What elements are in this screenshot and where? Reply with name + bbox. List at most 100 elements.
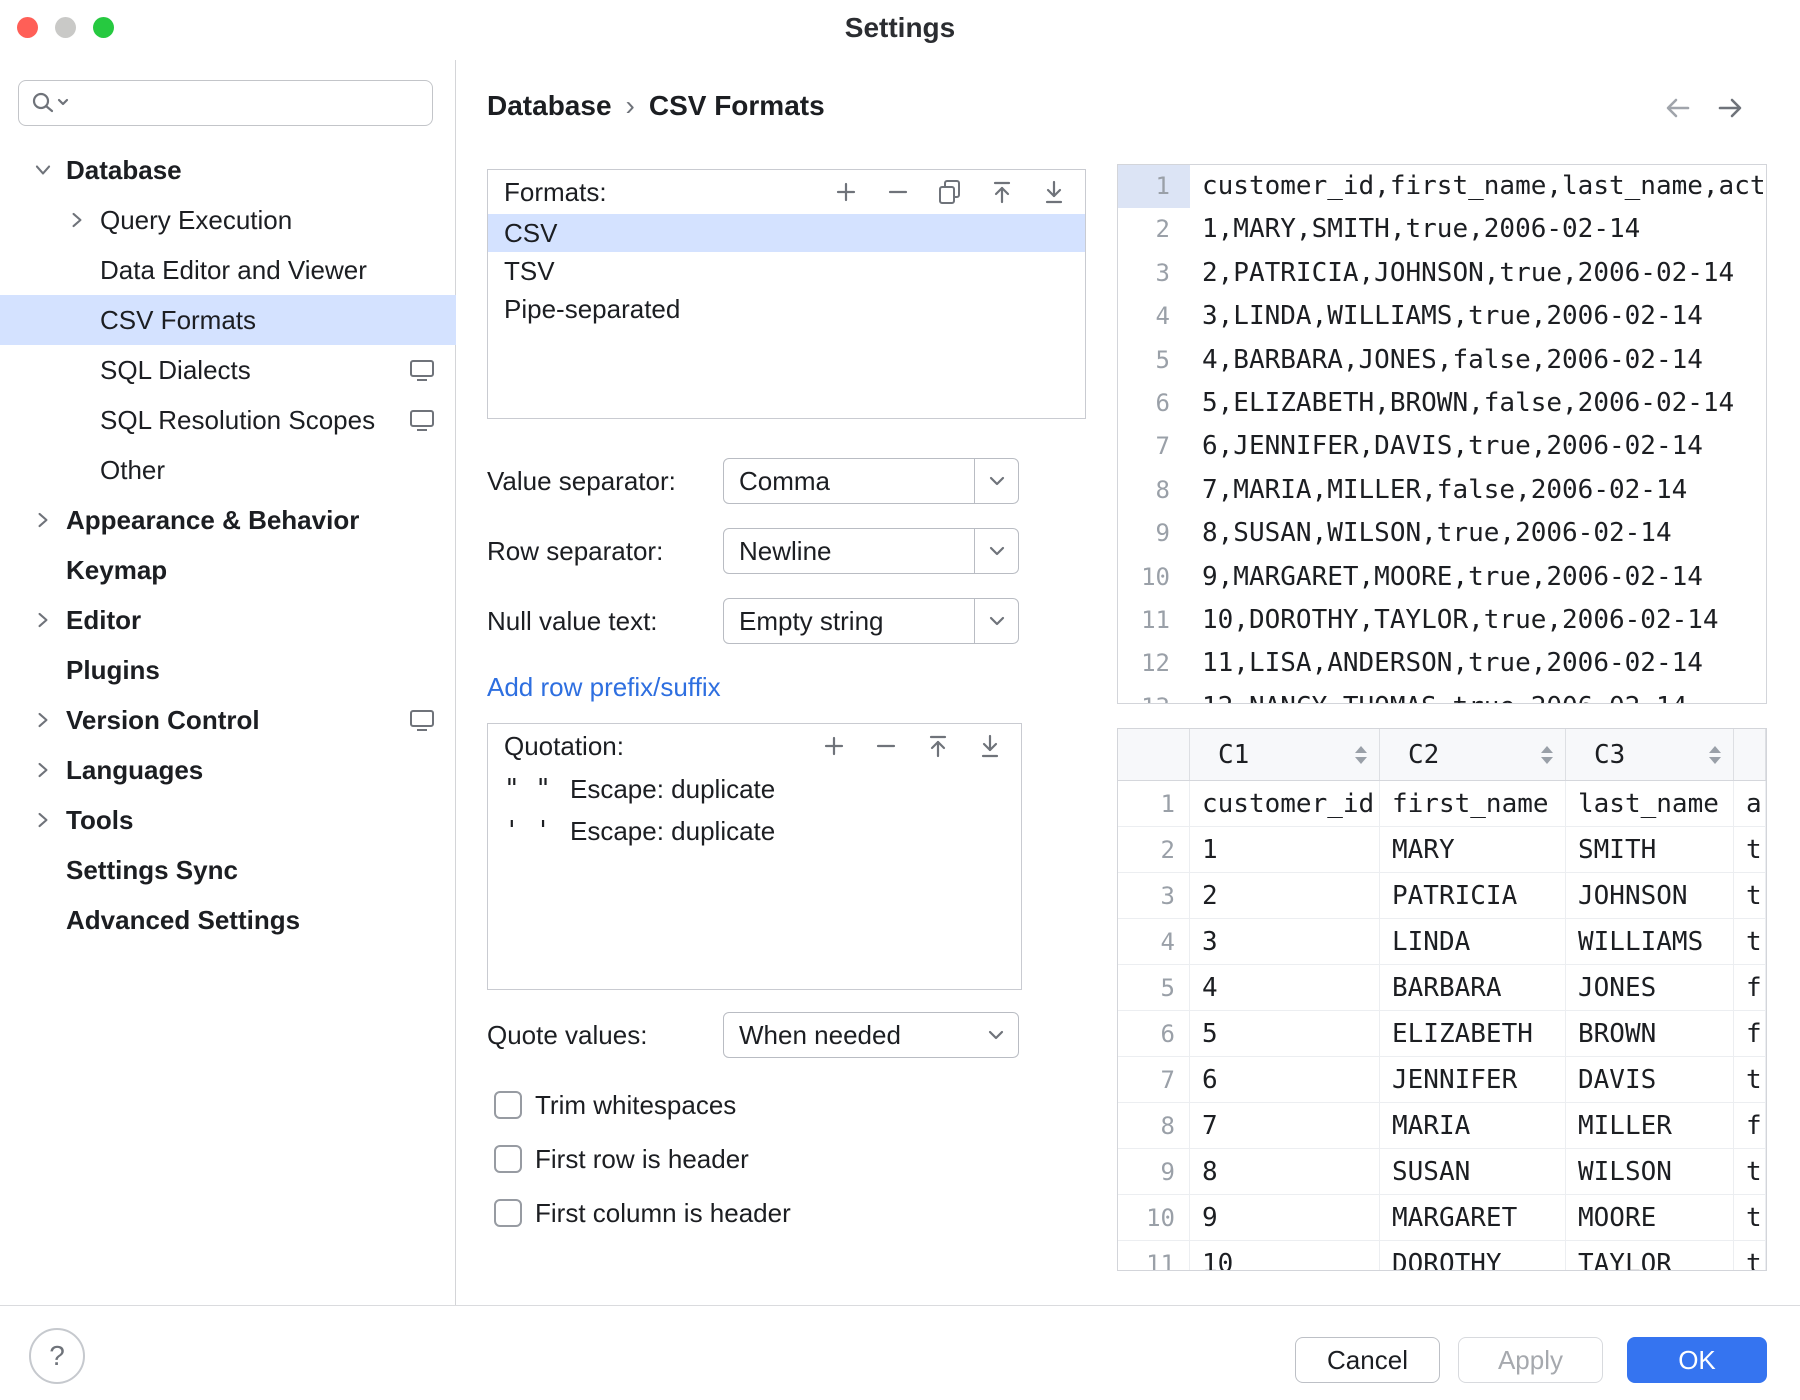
checkbox-label: Trim whitespaces — [535, 1090, 736, 1121]
line-text: 3,LINDA,WILLIAMS,true,2006-02-14 — [1190, 295, 1703, 338]
table-row[interactable]: 43LINDAWILLIAMSt — [1118, 919, 1766, 965]
sidebar-item-tools[interactable]: Tools — [0, 795, 456, 845]
table-row[interactable]: 1110DOROTHYTAYLORt — [1118, 1241, 1766, 1271]
sidebar-item-editor[interactable]: Editor — [0, 595, 456, 645]
breadcrumb: Database › CSV Formats — [487, 88, 825, 124]
chevron-down-icon[interactable] — [28, 155, 58, 185]
column-header-c2[interactable]: C2 — [1380, 729, 1566, 780]
sort-icon[interactable] — [1709, 746, 1721, 764]
first-column-is-header-checkbox-row[interactable]: First column is header — [494, 1190, 791, 1236]
checkbox[interactable] — [494, 1145, 522, 1173]
null-value-label: Null value text: — [487, 598, 658, 644]
formats-label: Formats: — [504, 177, 607, 208]
table-row[interactable]: 32PATRICIAJOHNSONt — [1118, 873, 1766, 919]
quotation-label: Quotation: — [504, 731, 624, 762]
sidebar-item-sql-resolution-scopes[interactable]: SQL Resolution Scopes — [0, 395, 456, 445]
table-row[interactable]: 109MARGARETMOOREt — [1118, 1195, 1766, 1241]
ok-button[interactable]: OK — [1627, 1337, 1767, 1383]
sidebar-item-database[interactable]: Database — [0, 145, 456, 195]
sidebar-item-other[interactable]: Other — [0, 445, 456, 495]
sort-icon[interactable] — [1355, 746, 1367, 764]
line-number: 11 — [1118, 599, 1190, 642]
cell: SMITH — [1566, 827, 1734, 872]
csv-line: 32,PATRICIA,JOHNSON,true,2006-02-14 — [1118, 252, 1766, 295]
sidebar-item-label: CSV Formats — [100, 305, 256, 336]
add-row-prefix-suffix-link[interactable]: Add row prefix/suffix — [487, 664, 721, 710]
line-text: 2,PATRICIA,JOHNSON,true,2006-02-14 — [1190, 252, 1734, 295]
sidebar-item-settings-sync[interactable]: Settings Sync — [0, 845, 456, 895]
value-separator-select[interactable]: Comma — [723, 458, 1019, 504]
cancel-button[interactable]: Cancel — [1295, 1337, 1440, 1383]
add-icon[interactable] — [831, 177, 861, 207]
quotation-escape: Escape: duplicate — [570, 816, 775, 847]
quotation-chars: ' ' — [504, 816, 570, 846]
settings-search-field[interactable] — [18, 80, 433, 126]
copy-icon[interactable] — [935, 177, 965, 207]
line-text: 12,NANCY,THOMAS,true,2006-02-14 — [1190, 686, 1687, 704]
column-header-partial[interactable] — [1734, 729, 1766, 780]
sidebar-item-keymap[interactable]: Keymap — [0, 545, 456, 595]
table-row[interactable]: 98SUSANWILSONt — [1118, 1149, 1766, 1195]
chevron-right-icon[interactable] — [28, 605, 58, 635]
remove-icon[interactable] — [883, 177, 913, 207]
checkbox[interactable] — [494, 1091, 522, 1119]
sidebar-item-version-control[interactable]: Version Control — [0, 695, 456, 745]
table-row[interactable]: 76JENNIFERDAVISt — [1118, 1057, 1766, 1103]
sidebar-item-data-editor-and-viewer[interactable]: Data Editor and Viewer — [0, 245, 456, 295]
cell: 1 — [1190, 827, 1380, 872]
column-header-label: C2 — [1408, 740, 1439, 770]
import-down-icon[interactable] — [975, 731, 1005, 761]
export-up-icon[interactable] — [987, 177, 1017, 207]
csv-table-preview[interactable]: C1 C2 C3 1customer_idfirst_namelast_name… — [1117, 728, 1767, 1271]
quotation-item-double[interactable]: " " Escape: duplicate — [488, 768, 1021, 810]
breadcrumb-database[interactable]: Database — [487, 90, 612, 122]
chevron-right-icon[interactable] — [28, 805, 58, 835]
help-button[interactable]: ? — [29, 1328, 85, 1384]
chevron-right-icon[interactable] — [28, 505, 58, 535]
format-item-pipe-separated[interactable]: Pipe-separated — [488, 290, 1085, 328]
sort-icon[interactable] — [1541, 746, 1553, 764]
sidebar-item-sql-dialects[interactable]: SQL Dialects — [0, 345, 456, 395]
first-row-is-header-checkbox-row[interactable]: First row is header — [494, 1136, 749, 1182]
column-header-c1[interactable]: C1 — [1190, 729, 1380, 780]
format-item-csv[interactable]: CSV — [488, 214, 1085, 252]
forward-arrow-icon[interactable] — [1712, 90, 1748, 126]
quotation-item-single[interactable]: ' ' Escape: duplicate — [488, 810, 1021, 852]
remove-icon[interactable] — [871, 731, 901, 761]
row-number: 7 — [1118, 1057, 1190, 1102]
row-separator-select[interactable]: Newline — [723, 528, 1019, 574]
quote-values-select[interactable]: When needed — [723, 1012, 1019, 1058]
chevron-right-icon[interactable] — [28, 755, 58, 785]
sidebar-item-appearance-behavior[interactable]: Appearance & Behavior — [0, 495, 456, 545]
sidebar-item-csv-formats[interactable]: CSV Formats — [0, 295, 456, 345]
line-text: 11,LISA,ANDERSON,true,2006-02-14 — [1190, 642, 1703, 685]
sidebar-item-label: Settings Sync — [66, 855, 238, 886]
csv-text-preview[interactable]: 1customer_id,first_name,last_name,acti 2… — [1117, 164, 1767, 704]
chevron-right-icon[interactable] — [28, 705, 58, 735]
cell: ELIZABETH — [1380, 1011, 1566, 1056]
sidebar-item-advanced-settings[interactable]: Advanced Settings — [0, 895, 456, 945]
table-row[interactable]: 21MARYSMITHt — [1118, 827, 1766, 873]
search-input[interactable] — [73, 83, 422, 123]
import-down-icon[interactable] — [1039, 177, 1069, 207]
table-row[interactable]: 1customer_idfirst_namelast_namea — [1118, 781, 1766, 827]
sidebar-item-plugins[interactable]: Plugins — [0, 645, 456, 695]
sidebar-item-label: SQL Dialects — [100, 355, 251, 386]
table-row[interactable]: 65ELIZABETHBROWNf — [1118, 1011, 1766, 1057]
export-up-icon[interactable] — [923, 731, 953, 761]
sidebar-item-languages[interactable]: Languages — [0, 745, 456, 795]
column-header-c3[interactable]: C3 — [1566, 729, 1734, 780]
trim-whitespaces-checkbox-row[interactable]: Trim whitespaces — [494, 1082, 736, 1128]
checkbox[interactable] — [494, 1199, 522, 1227]
table-row[interactable]: 54BARBARAJONESf — [1118, 965, 1766, 1011]
sidebar-item-query-execution[interactable]: Query Execution — [0, 195, 456, 245]
format-item-tsv[interactable]: TSV — [488, 252, 1085, 290]
line-number: 4 — [1118, 295, 1190, 338]
chevron-down-icon — [974, 459, 1018, 503]
chevron-right-icon[interactable] — [62, 205, 92, 235]
add-icon[interactable] — [819, 731, 849, 761]
cell: MOORE — [1566, 1195, 1734, 1240]
back-arrow-icon[interactable] — [1660, 90, 1696, 126]
table-row[interactable]: 87MARIAMILLERf — [1118, 1103, 1766, 1149]
null-value-select[interactable]: Empty string — [723, 598, 1019, 644]
